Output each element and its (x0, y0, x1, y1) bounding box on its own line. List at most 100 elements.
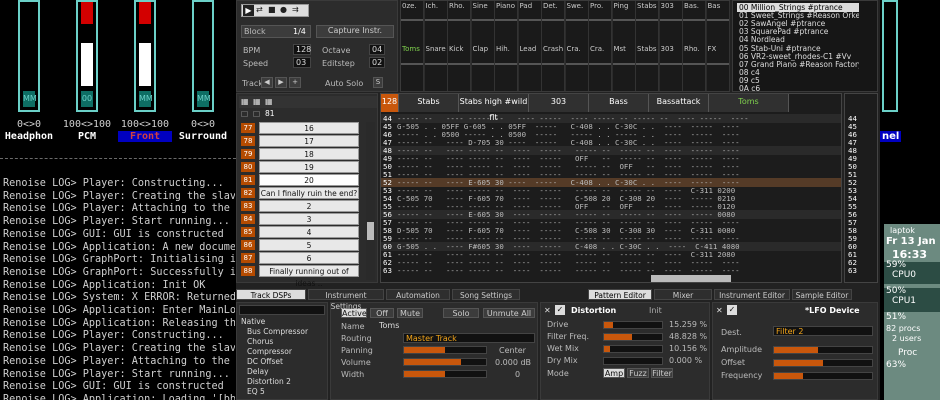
dsp-item[interactable]: Distortion 2 (239, 377, 319, 387)
channel-fader[interactable]: MM (18, 0, 40, 112)
play-icon[interactable]: ▶ (243, 5, 254, 16)
sequence-slot[interactable]: 87 6 (239, 252, 359, 264)
preset-select[interactable]: Init (649, 306, 662, 315)
sequence-slot[interactable]: 86 5 (239, 239, 359, 251)
track-scope[interactable]: Pro. Cra. (589, 1, 612, 91)
track-scope[interactable]: Sine Clap (471, 1, 495, 91)
track-scope[interactable]: Det. Crash (542, 1, 565, 91)
lfo-enabled-checkbox[interactable]: ✓ (727, 305, 737, 315)
channel-fader[interactable]: 00 (76, 0, 98, 112)
follow-icon[interactable]: ⇉ (292, 5, 299, 14)
solo-button[interactable]: Solo (443, 308, 479, 318)
dsp-item[interactable]: Bus Compressor (239, 327, 319, 337)
dsp-item[interactable]: EQ 5 (239, 387, 319, 397)
track-scope[interactable]: Piano Hih. (495, 1, 518, 91)
track-name-field[interactable]: Toms (377, 321, 535, 331)
capture-instr-button[interactable]: Capture Instr. (316, 25, 394, 38)
tab-pattern-editor[interactable]: Pattern Editor (588, 289, 652, 300)
track-header[interactable]: Stabs high #wild flt (459, 94, 529, 122)
mode-button-fuzz[interactable]: Fuzz (627, 368, 649, 378)
track-next-icon[interactable]: ▶ (275, 77, 287, 88)
bpm-value[interactable]: 128 (293, 44, 311, 55)
channel-fader[interactable]: MM (134, 0, 156, 112)
pattern-row[interactable]: 63 ----- -- ---- ----- -- ---- ----- ----… (381, 266, 841, 275)
track-header[interactable]: Toms (709, 94, 789, 112)
width-slider[interactable] (403, 370, 487, 378)
track-prev-icon[interactable]: ◀ (261, 77, 273, 88)
track-scope[interactable]: 0ze. Toms (401, 1, 424, 91)
mixer-channel[interactable]: MM 100<>100 Front (118, 0, 172, 148)
dsp-item[interactable]: DC Offset (239, 357, 319, 367)
sequence-slot[interactable]: 83 2 (239, 200, 359, 212)
track-header[interactable]: 303 (529, 94, 589, 112)
device-close-icon[interactable]: ✕ (544, 306, 551, 315)
routing-select[interactable]: Master Track (403, 333, 535, 343)
track-scope[interactable]: Swe. Cra. (565, 1, 589, 91)
tab-track-dsps[interactable]: Track DSPs (236, 289, 306, 300)
sequence-slot[interactable]: 77 16 (239, 122, 359, 134)
lfo-param-slider[interactable] (773, 372, 873, 380)
mixer-channel[interactable]: 00 100<>100 PCM (60, 0, 114, 148)
param-slider[interactable] (603, 333, 663, 341)
seq-scrollbar[interactable] (366, 122, 375, 280)
panning-slider[interactable] (403, 346, 487, 354)
dsp-item[interactable]: Native (239, 317, 319, 327)
tab-song-settings[interactable]: Song Settings (452, 289, 520, 300)
dsp-item[interactable]: Compressor (239, 347, 319, 357)
sequence-list[interactable]: 77 16 78 17 79 18 80 19 81 20 82 Can I finally ruin… (237, 122, 365, 288)
lfo-param-slider[interactable] (773, 359, 873, 367)
editstep-value[interactable]: 02 (369, 57, 385, 68)
tab-instrument-settings[interactable]: Instrument Settings (308, 289, 384, 311)
solo-icon[interactable]: S (373, 77, 383, 88)
pattern-h-scroll-thumb[interactable] (651, 275, 731, 282)
track-header[interactable]: Bassattack (649, 94, 709, 112)
track-add-icon[interactable]: + (289, 77, 301, 88)
mute-indicator[interactable]: 00 (81, 91, 93, 107)
track-header[interactable]: Bass (589, 94, 649, 112)
tab-mixer[interactable]: Mixer (654, 289, 712, 300)
seq-remove-icon[interactable]: ▦ (265, 97, 273, 106)
renoise-window[interactable]: ▶ ⇄ ■ ● ⇉ Block 1/4 Capture Instr. BPM 1… (236, 0, 880, 400)
loop-icon[interactable]: ⇄ (256, 5, 263, 14)
param-slider[interactable] (603, 345, 663, 353)
lfo-param-slider[interactable] (773, 346, 873, 354)
instrument-item[interactable]: 0A c6 (737, 84, 859, 93)
sequence-slot[interactable]: 88 Finally running out of ideas .. (239, 265, 359, 288)
mixer-channel[interactable]: MM 0<>0 Headphon (2, 0, 56, 148)
terminal-window[interactable]: MM 0<>0 Headphon 00 100<>100 PCM MM 100<>100 Fro… (0, 0, 236, 400)
track-scope[interactable]: 303 303 (659, 1, 683, 91)
seq-add-icon[interactable]: ▦ (253, 97, 261, 106)
sequence-slot[interactable]: 81 20 (239, 174, 359, 186)
track-scope[interactable]: Bas FX (706, 1, 730, 91)
tab-sample-editor[interactable]: Sample Editor (792, 289, 852, 300)
sequence-slot[interactable]: 85 4 (239, 226, 359, 238)
param-slider[interactable] (603, 321, 663, 329)
mute-indicator[interactable]: MM (23, 91, 37, 107)
seq-clone-icon[interactable]: ▦ (241, 97, 249, 106)
mode-button-filter[interactable]: Filter (651, 368, 673, 378)
track-scope[interactable]: Ping Mst (612, 1, 636, 91)
dsp-search-input[interactable] (239, 305, 325, 315)
pattern-editor[interactable]: 128 44 ----- -- ---- ----- -- ---- ----- … (380, 93, 842, 283)
sequence-slot[interactable]: 79 18 (239, 148, 359, 160)
off-button[interactable]: Off (370, 308, 394, 318)
sequence-slot[interactable]: 82 Can I finally ruin the end? (239, 187, 359, 199)
sequence-slot[interactable]: 84 3 (239, 213, 359, 225)
mixer-channel[interactable]: MM 0<>0 Surround (176, 0, 230, 148)
mute-indicator[interactable]: MM (197, 91, 211, 107)
dest-select[interactable]: Filter 2 (773, 326, 873, 336)
track-header[interactable]: Stabs (399, 94, 459, 112)
mode-button-amp[interactable]: Amp (603, 368, 625, 378)
speed-value[interactable]: 03 (293, 57, 311, 68)
unmute-all-button[interactable]: Unmute All (483, 308, 535, 318)
track-scope[interactable]: Pad Lead (518, 1, 542, 91)
volume-slider[interactable] (403, 358, 487, 366)
loop-toggle-icon[interactable]: □ (241, 109, 248, 118)
mute-button[interactable]: Mute (397, 308, 423, 318)
record-icon[interactable]: ● (280, 5, 287, 14)
track-scope[interactable]: Bas. Rho. (683, 1, 706, 91)
dsp-browser[interactable]: Native Bus Compressor Chorus Compressor DC O… (236, 302, 328, 400)
sequence-slot[interactable]: 80 19 (239, 161, 359, 173)
lfo-close-icon[interactable]: ✕ (716, 306, 723, 315)
mute-indicator[interactable]: MM (139, 91, 153, 107)
